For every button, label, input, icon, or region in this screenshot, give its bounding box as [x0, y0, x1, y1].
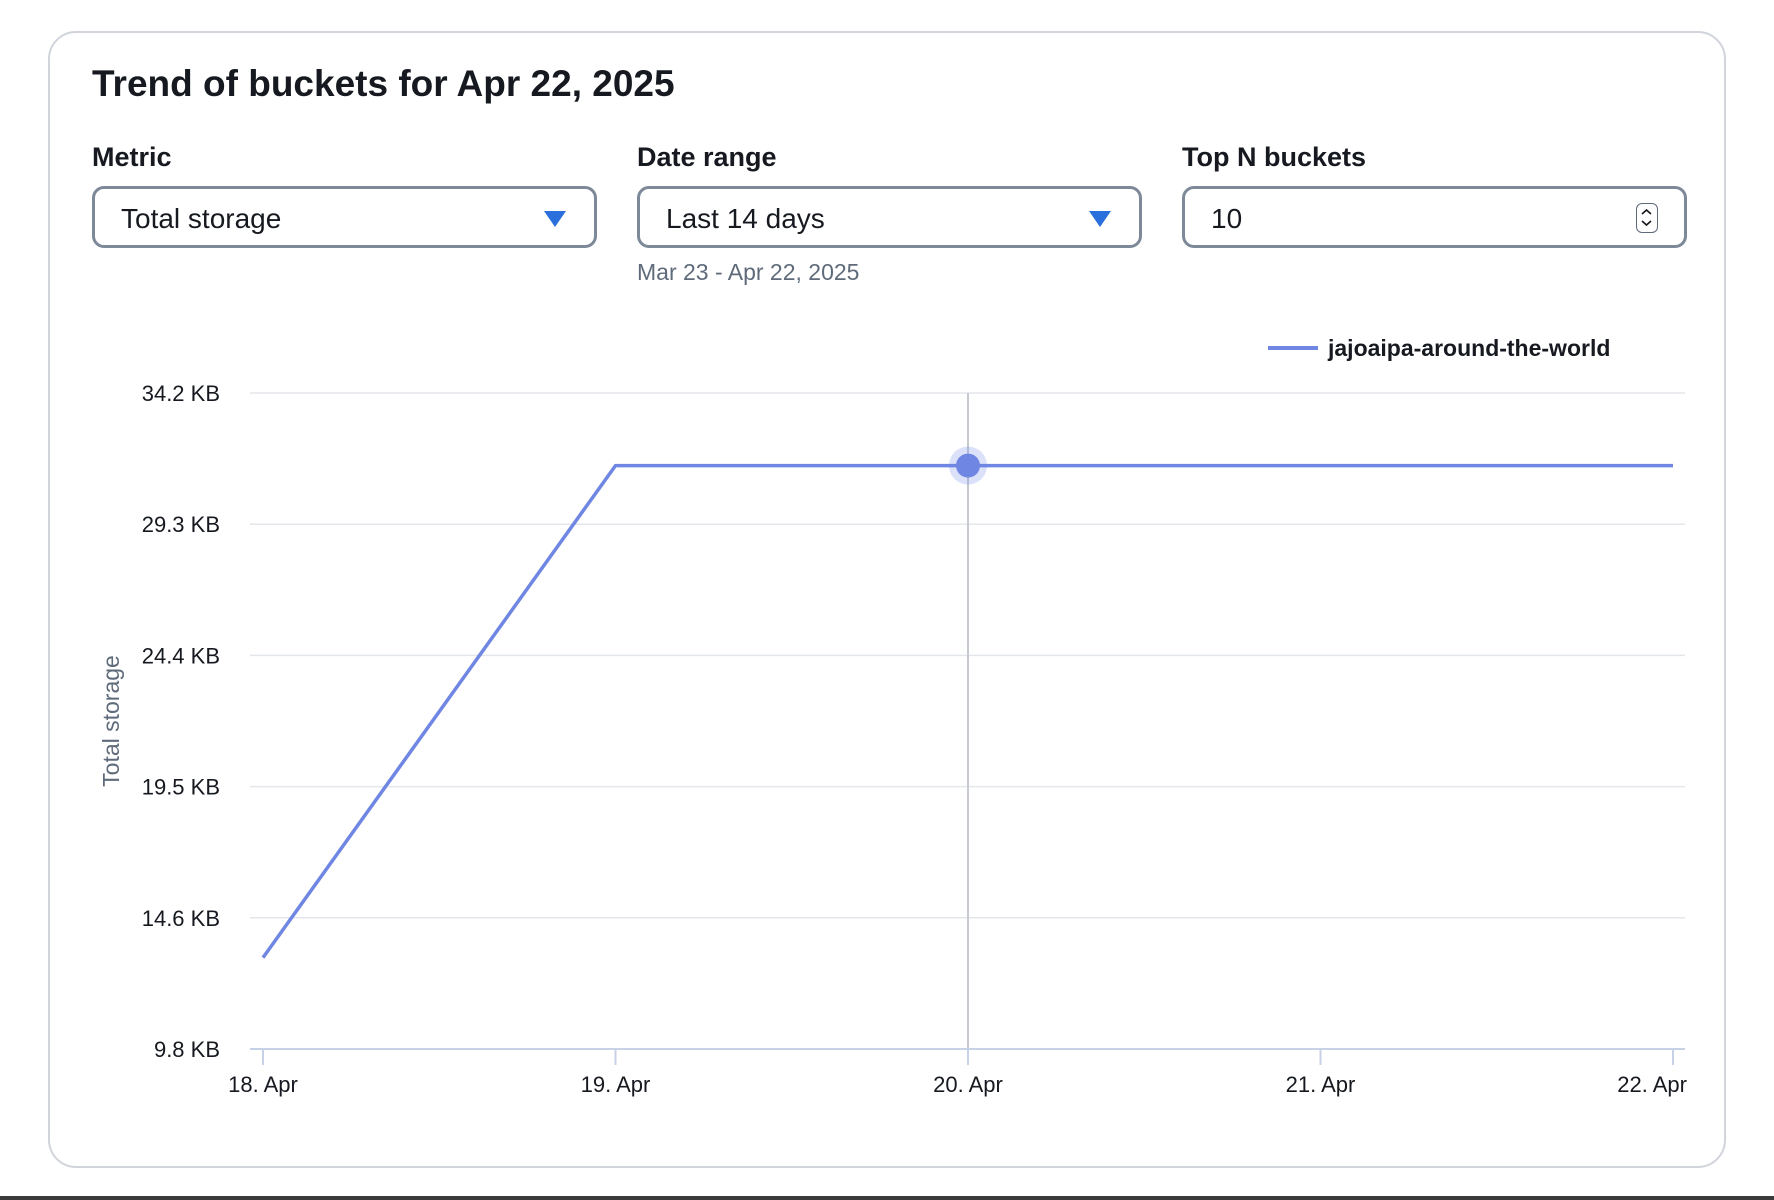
- bottom-divider: [0, 1196, 1774, 1200]
- legend-label: jajoaipa-around-the-world: [1327, 335, 1610, 361]
- trend-chart: 9.8 KB 14.6 KB 19.5 KB 24.4 KB 29.3 KB 34.2 K…: [98, 335, 1687, 1097]
- legend[interactable]: jajoaipa-around-the-world: [1268, 335, 1610, 361]
- x-tick-label: 20. Apr: [933, 1072, 1003, 1097]
- y-tick-label: 29.3 KB: [142, 512, 220, 537]
- y-tick-label: 34.2 KB: [142, 381, 220, 406]
- page: Trend of buckets for Apr 22, 2025 Metric…: [0, 0, 1774, 1200]
- y-tick-label: 9.8 KB: [154, 1037, 220, 1062]
- y-tick-label: 19.5 KB: [142, 775, 220, 800]
- y-tick-label: 14.6 KB: [142, 906, 220, 931]
- data-point-highlighted[interactable]: [956, 453, 980, 478]
- x-tick-label: 22. Apr: [1617, 1072, 1687, 1097]
- x-tick-label: 18. Apr: [228, 1072, 298, 1097]
- y-axis-title: Total storage: [98, 655, 124, 787]
- chart-area: 9.8 KB 14.6 KB 19.5 KB 24.4 KB 29.3 KB 34.2 K…: [0, 0, 1774, 1200]
- axis-layer: 9.8 KB 14.6 KB 19.5 KB 24.4 KB 29.3 KB 34.2 K…: [142, 381, 1687, 1097]
- y-tick-label: 24.4 KB: [142, 643, 220, 668]
- x-tick-label: 21. Apr: [1286, 1072, 1356, 1097]
- x-tick-label: 19. Apr: [581, 1072, 651, 1097]
